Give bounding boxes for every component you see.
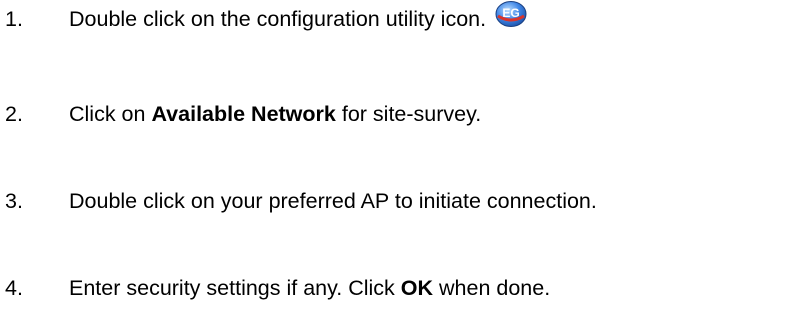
icon-label: EG [502,6,519,20]
step-4-text-before: Enter security settings if any. Click [69,276,401,300]
step-text: Double click on the configuration utilit… [69,1,528,34]
step-number: 4. [5,276,23,300]
ok-label: OK [400,276,434,300]
available-network-label: Available Network [151,102,336,126]
step-2-text-after: for site-survey. [335,102,482,126]
step-number: 1. [5,7,23,31]
step-number: 3. [5,189,23,213]
configuration-utility-icon: EG [494,0,528,28]
step-4-text-after: when done. [433,276,551,300]
step-3-text: Double click on your preferred AP to ini… [69,189,597,213]
step-text: Enter security settings if any. Click OK… [69,273,550,303]
step-2-text-before: Click on [69,102,152,126]
instruction-steps: 1. Double click on the configuration uti… [0,0,809,324]
step-number: 2. [5,102,23,126]
step-1-text: Double click on the configuration utilit… [69,7,487,31]
step-text: Click on Available Network for site-surv… [69,99,481,129]
